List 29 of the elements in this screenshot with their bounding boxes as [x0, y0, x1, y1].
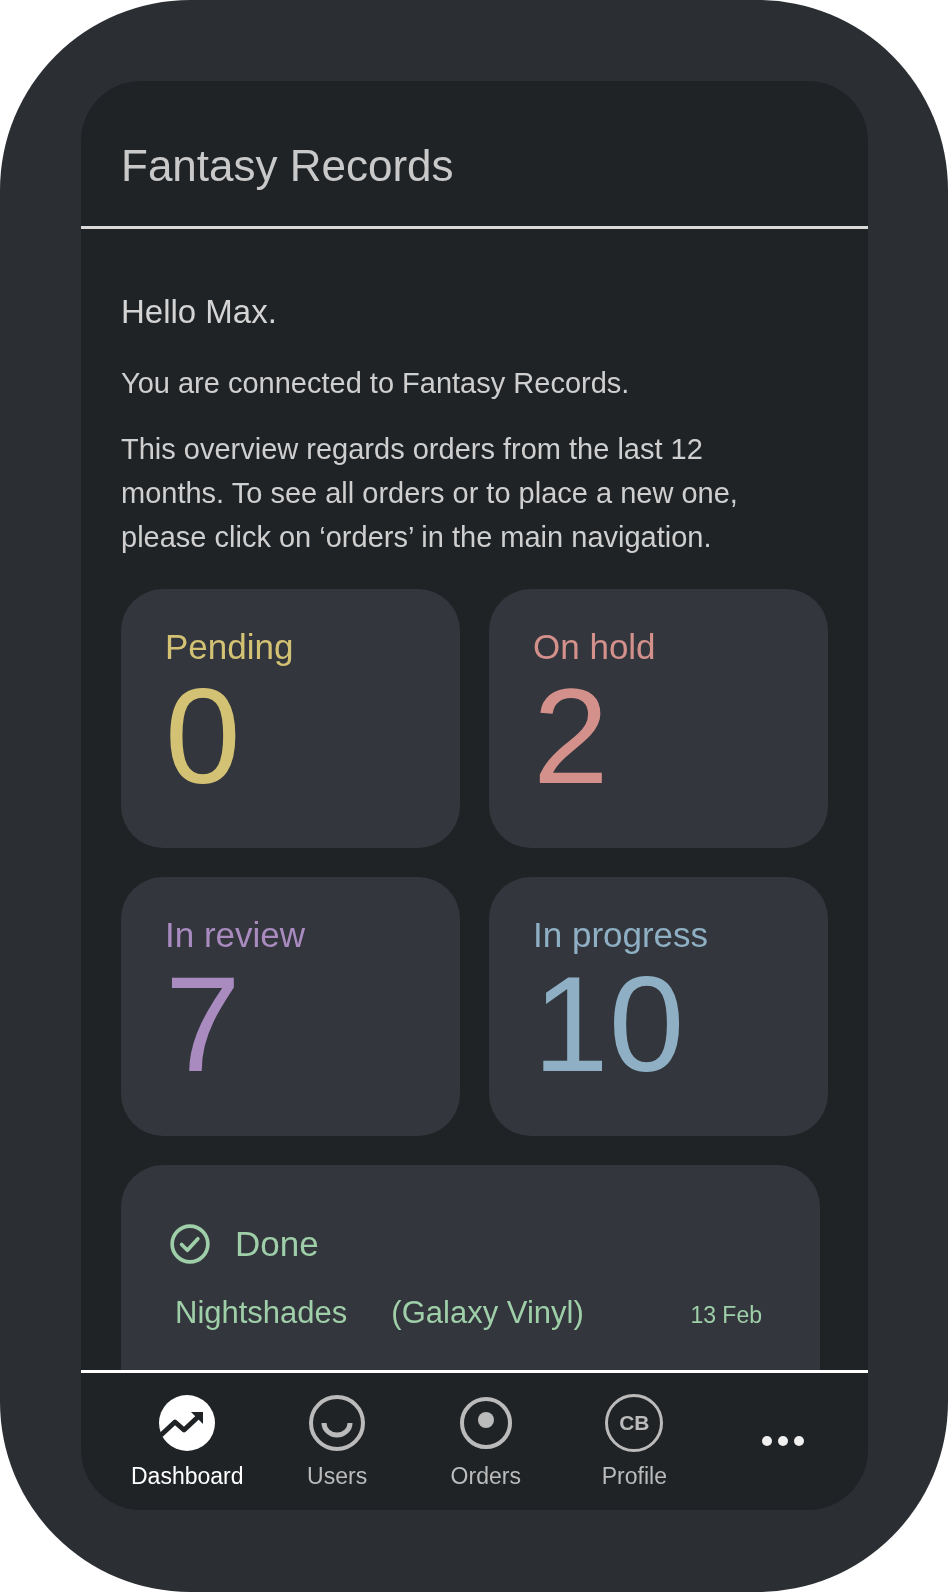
stat-label: Pending — [165, 627, 295, 667]
smile-icon — [307, 1393, 368, 1453]
stat-card[interactable]: In progress 10 — [489, 877, 828, 1136]
more-icon — [761, 1436, 804, 1446]
nav-tab[interactable]: Users — [282, 1393, 393, 1490]
stat-count: 0 — [165, 671, 241, 801]
order-customer: (Galaxy Vinyl) — [391, 1295, 585, 1331]
intro-paragraph: You are connected to Fantasy Records. — [121, 366, 631, 401]
stat-card[interactable]: Pending 0 — [121, 589, 460, 848]
order-date: 13 Feb — [690, 1302, 762, 1329]
greeting-text: Hello Max. — [121, 293, 278, 331]
stat-label: In review — [165, 915, 307, 955]
stat-label: On hold — [533, 627, 657, 667]
stat-count: 2 — [533, 671, 610, 801]
stat-count: 7 — [165, 959, 242, 1089]
done-card[interactable]: Done Nightshades (Galaxy Vinyl) 13 Feb — [121, 1165, 820, 1370]
order-name: Nightshades — [175, 1295, 348, 1331]
stat-card[interactable]: In review 7 — [121, 877, 460, 1136]
avatar-icon: CB — [605, 1394, 664, 1452]
done-title: Done — [235, 1224, 319, 1264]
stat-count: 10 — [533, 959, 685, 1089]
nav-tab[interactable]: CB Profile — [579, 1393, 690, 1490]
nav-tab[interactable]: Orders — [430, 1393, 541, 1490]
app-title: Fantasy Records — [121, 140, 454, 191]
nav-tab[interactable]: Dashboard — [131, 1393, 244, 1490]
stat-label: In progress — [533, 915, 710, 955]
intro-paragraph: This overview regards orders from the last 12 months. To see all orders or to place a new one, please click on ‘orders’ in the main navigation. — [121, 432, 739, 555]
trend-chart-icon — [157, 1393, 218, 1453]
stat-card[interactable]: On hold 2 — [489, 589, 828, 848]
